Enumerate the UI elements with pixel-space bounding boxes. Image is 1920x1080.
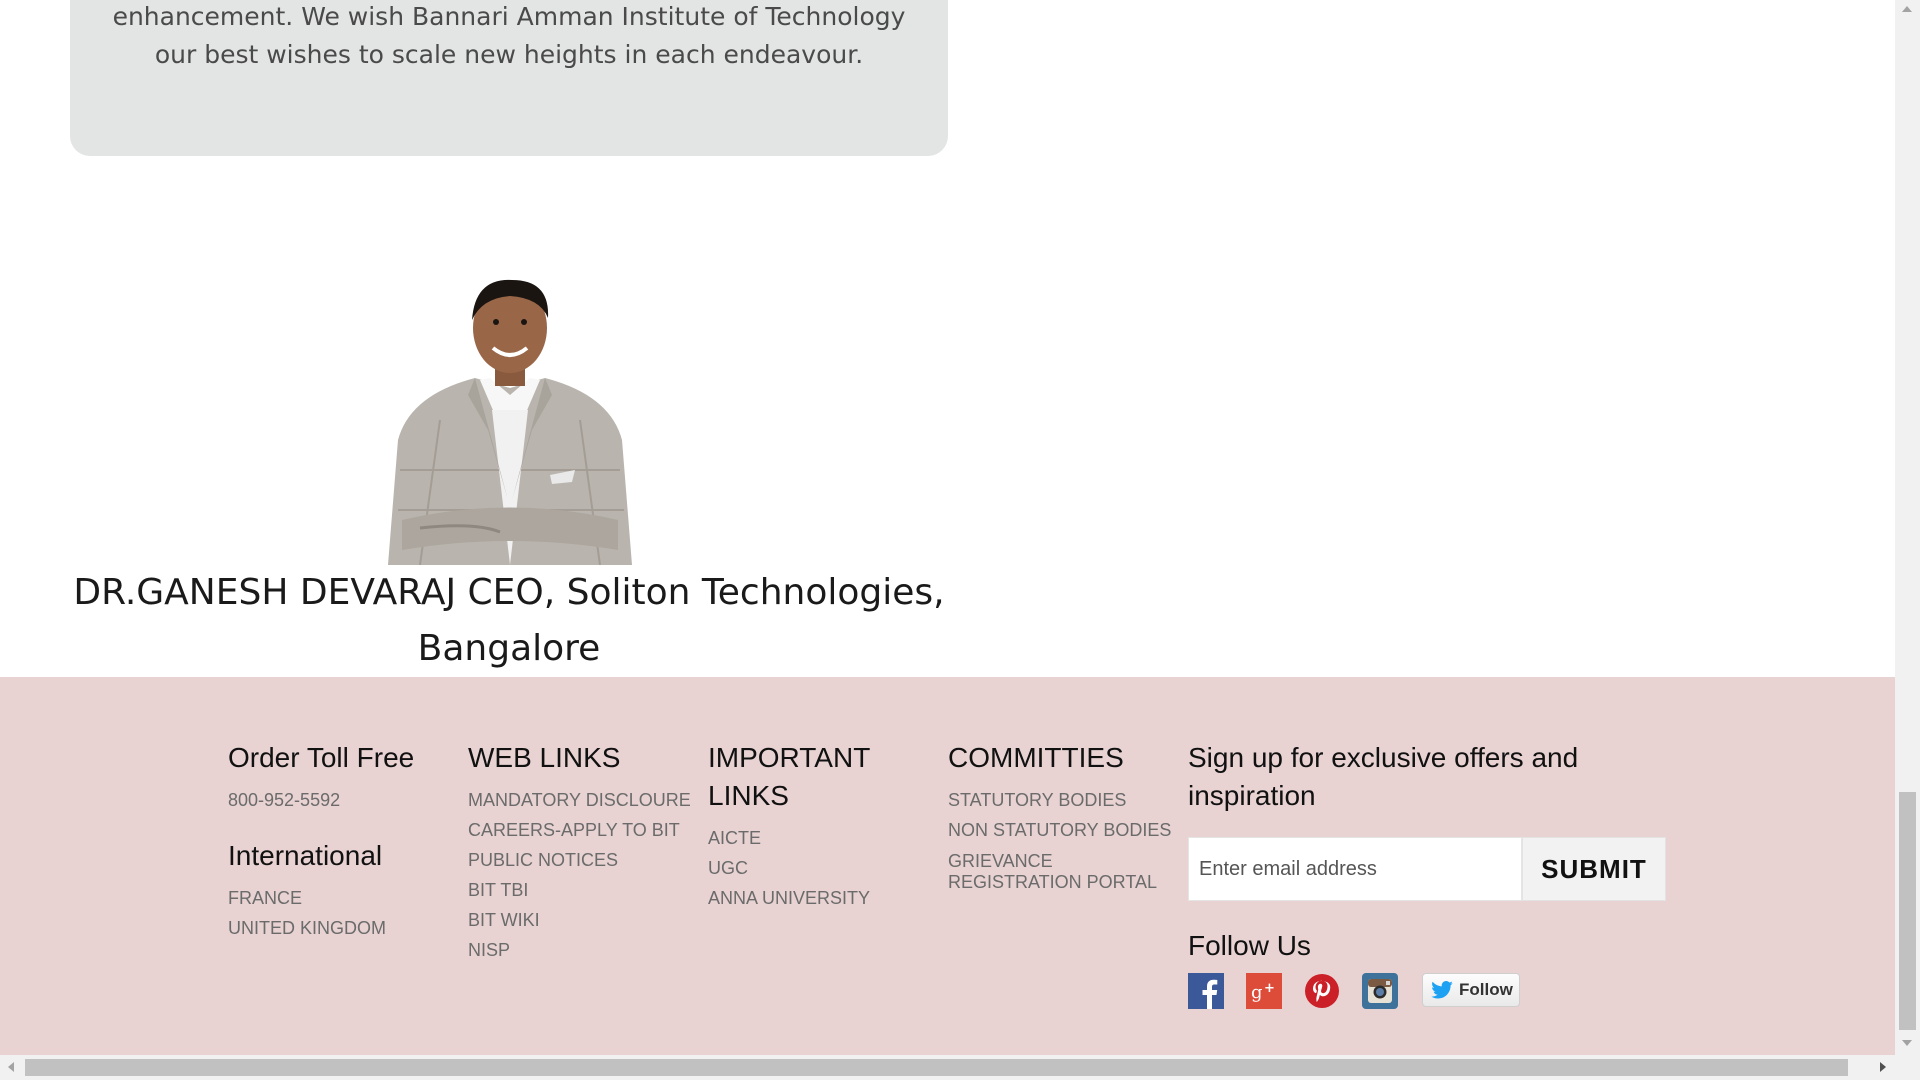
person-photo [380, 270, 640, 565]
testimonial-text-line-2: our best wishes to scale new heights in … [154, 40, 864, 69]
committees-title: COMMITTIES [948, 742, 1124, 773]
twitter-follow-label: Follow [1459, 980, 1513, 999]
signup-title: Sign up for exclusive offers and inspira… [1188, 742, 1579, 811]
footer-column-important-links: IMPORTANT LINKS AICTE UGC ANNA UNIVERSIT… [708, 739, 928, 913]
web-link-nisp[interactable]: NISP [468, 935, 708, 965]
important-link-ugc[interactable]: UGC [708, 853, 928, 883]
international-title: International [228, 840, 383, 871]
committee-link-statutory-bodies[interactable]: STATUTORY BODIES [948, 785, 1188, 815]
important-links-title: IMPORTANT LINKS [708, 739, 928, 815]
svg-text:g: g [1251, 982, 1263, 1003]
scroll-down-arrow-icon[interactable] [1902, 1040, 1912, 1046]
footer-column-contact: Order Toll Free 800-952-5592 Internation… [228, 739, 458, 943]
social-links: g + Follow [1188, 973, 1708, 1013]
important-link-anna-university[interactable]: ANNA UNIVERSITY [708, 883, 928, 913]
pinterest-icon[interactable] [1304, 973, 1340, 1009]
scroll-up-arrow-icon[interactable] [1902, 6, 1912, 12]
footer: Order Toll Free 800-952-5592 Internation… [0, 677, 1895, 1055]
facebook-icon[interactable] [1188, 973, 1224, 1009]
footer-column-signup: Sign up for exclusive offers and inspira… [1188, 739, 1708, 1013]
testimonial-card: enhancement. We wish Bannari Amman Insti… [70, 0, 948, 156]
footer-column-committees: COMMITTIES STATUTORY BODIES NON STATUTOR… [948, 739, 1188, 893]
scroll-right-arrow-icon[interactable] [1880, 1062, 1886, 1072]
scroll-left-arrow-icon[interactable] [8, 1062, 14, 1072]
svg-text:+: + [1264, 981, 1275, 996]
horizontal-scrollbar[interactable] [0, 1055, 1920, 1080]
important-link-aicte[interactable]: AICTE [708, 823, 928, 853]
committee-link-non-statutory-bodies[interactable]: NON STATUTORY BODIES [948, 815, 1188, 845]
committee-link-grievance-portal[interactable]: GRIEVANCE REGISTRATION PORTAL [948, 851, 1188, 893]
web-links-title: WEB LINKS [468, 742, 621, 773]
email-input[interactable] [1188, 837, 1522, 901]
web-link-mandatory-disclosure[interactable]: MANDATORY DISCLOURE [468, 785, 708, 815]
toll-free-title: Order Toll Free [228, 742, 415, 773]
testimonial-text-line-1: enhancement. We wish Bannari Amman Insti… [112, 2, 906, 31]
vertical-scrollbar[interactable] [1895, 0, 1920, 1055]
web-link-careers[interactable]: CAREERS-APPLY TO BIT [468, 815, 708, 845]
follow-us-title: Follow Us [1188, 930, 1311, 961]
google-plus-icon[interactable]: g + [1246, 973, 1282, 1009]
international-link-france[interactable]: FRANCE [228, 883, 458, 913]
web-link-public-notices[interactable]: PUBLIC NOTICES [468, 845, 708, 875]
page: enhancement. We wish Bannari Amman Insti… [0, 0, 1895, 1055]
footer-column-web-links: WEB LINKS MANDATORY DISCLOURE CAREERS-AP… [468, 739, 708, 965]
submit-button[interactable]: SUBMIT [1522, 837, 1666, 901]
vertical-scroll-thumb[interactable] [1899, 792, 1916, 1030]
twitter-follow-button[interactable]: Follow [1422, 973, 1520, 1007]
web-link-bit-wiki[interactable]: BIT WIKI [468, 905, 708, 935]
international-link-uk[interactable]: UNITED KINGDOM [228, 913, 458, 943]
twitter-bird-icon [1431, 981, 1453, 999]
signup-form: SUBMIT [1188, 837, 1668, 901]
horizontal-scroll-thumb[interactable] [25, 1059, 1848, 1076]
toll-free-number-link[interactable]: 800-952-5592 [228, 785, 458, 815]
important-links-title-line-1: IMPORTANT [708, 742, 871, 773]
person-caption: DR.GANESH DEVARAJ CEO, Soliton Technolog… [73, 572, 945, 669]
web-link-bit-tbi[interactable]: BIT TBI [468, 875, 708, 905]
instagram-icon[interactable] [1362, 973, 1398, 1009]
important-links-title-line-2: LINKS [708, 780, 789, 811]
